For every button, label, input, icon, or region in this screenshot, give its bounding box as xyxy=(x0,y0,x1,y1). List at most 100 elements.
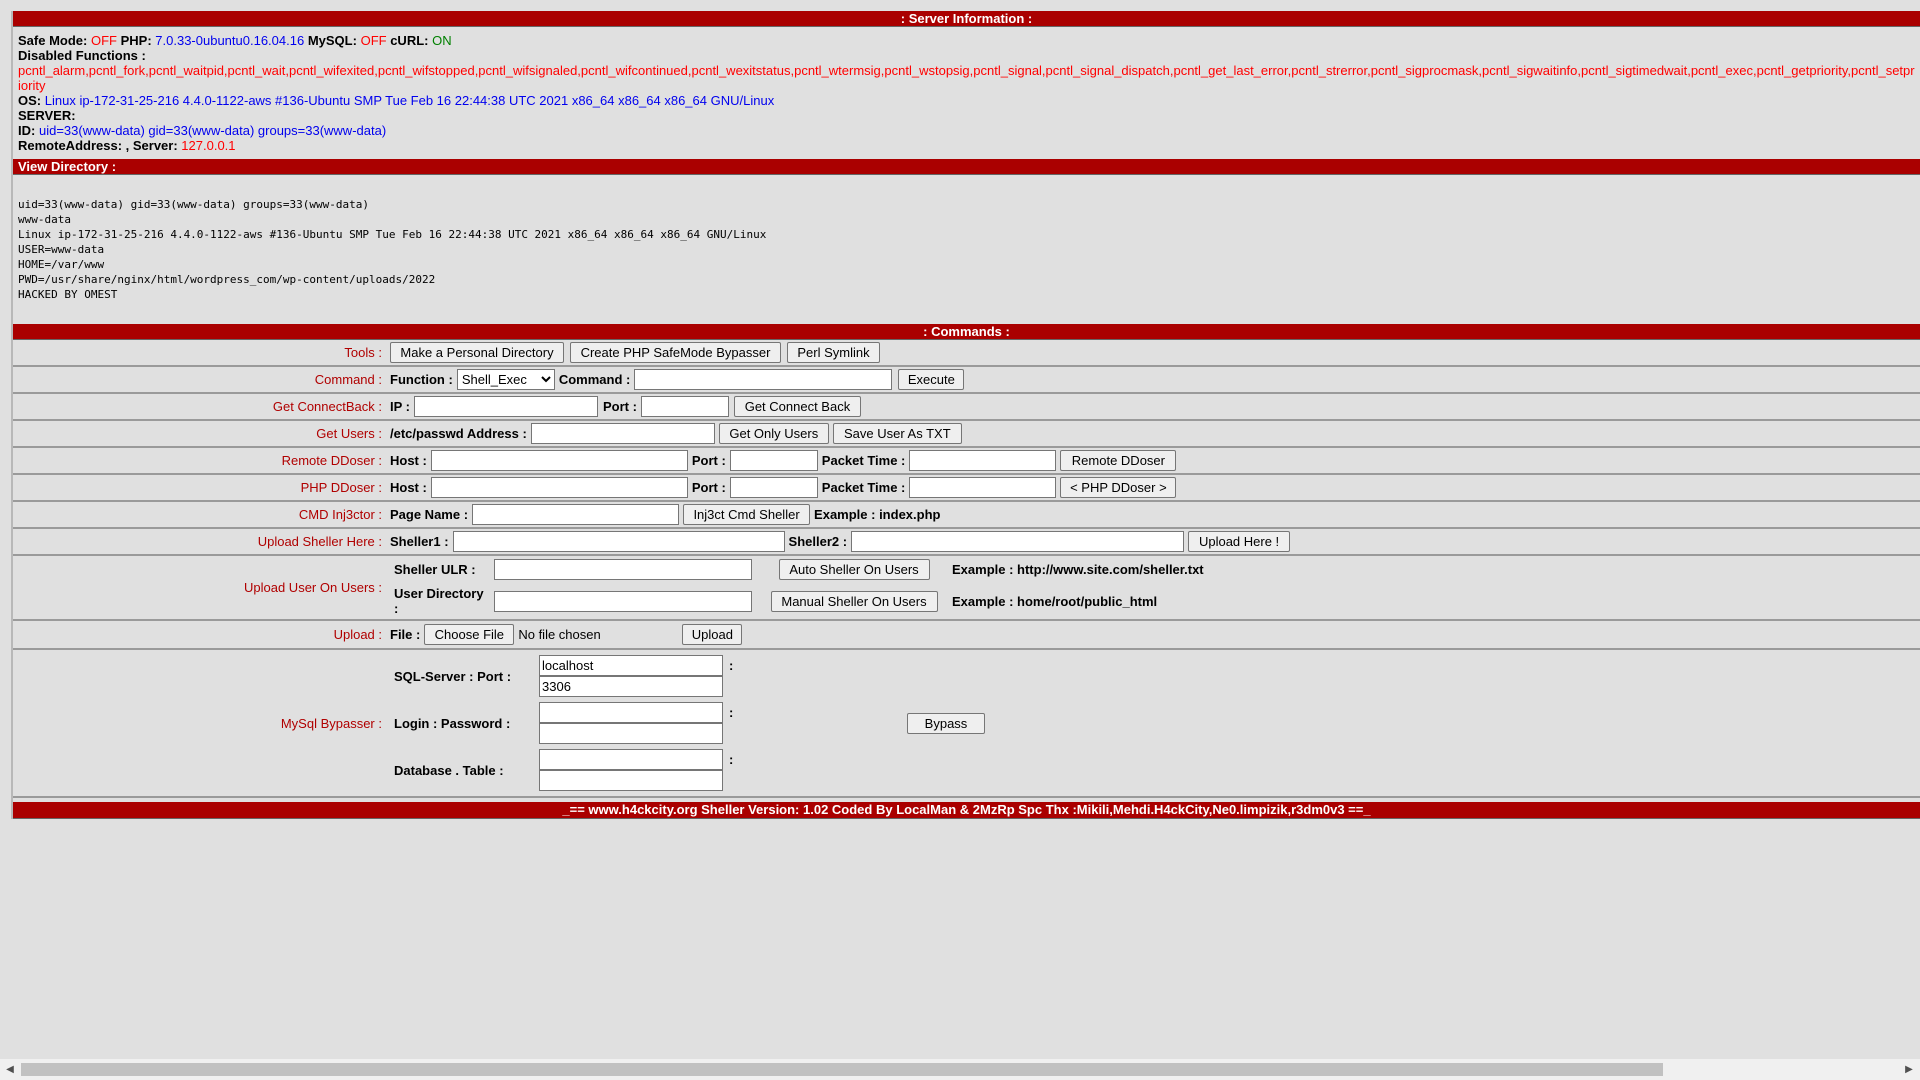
safe-mode-value: OFF xyxy=(90,33,117,48)
curl-value: ON xyxy=(432,33,452,48)
scroll-left-icon[interactable]: ◀ xyxy=(4,1063,16,1076)
remote-address-label: RemoteAddress: , Server: xyxy=(18,138,178,153)
id-value: uid=33(www-data) gid=33(www-data) groups… xyxy=(38,123,387,138)
packet-time-label: Packet Time : xyxy=(821,480,906,495)
make-personal-directory-button[interactable]: Make a Personal Directory xyxy=(390,342,564,363)
port-label: Port : xyxy=(691,480,726,495)
file-label: File : xyxy=(390,627,421,642)
ip-label: IP : xyxy=(390,399,410,414)
disabled-functions: pcntl_alarm,pcntl_fork,pcntl_waitpid,pcn… xyxy=(18,63,1915,93)
mysql-value: OFF xyxy=(360,33,387,48)
upload-sheller-label: Upload Sheller Here : xyxy=(13,529,388,554)
command-input[interactable] xyxy=(634,369,893,390)
port-input[interactable] xyxy=(640,396,729,417)
sheller-url-input[interactable] xyxy=(494,559,752,580)
command-row: Command : Function : Shell_Exec Command :E… xyxy=(13,367,1920,394)
connectback-label: Get ConnectBack : xyxy=(13,394,388,419)
upload-here-button[interactable]: Upload Here ! xyxy=(1188,531,1291,552)
user-directory-label: User Directory : xyxy=(394,586,484,616)
password-input[interactable] xyxy=(539,723,723,744)
get-connect-back-button[interactable]: Get Connect Back xyxy=(733,396,861,417)
user-directory-input[interactable] xyxy=(494,590,752,612)
remote-host-input[interactable] xyxy=(430,450,688,471)
scrollbar-thumb[interactable] xyxy=(21,1063,1663,1076)
function-label: Function : xyxy=(390,372,453,387)
choose-file-button[interactable]: Choose File xyxy=(424,624,515,645)
php-packet-time-input[interactable] xyxy=(909,477,1057,498)
sheller1-input[interactable] xyxy=(452,531,785,552)
server-info-header: : Server Information : xyxy=(13,11,1920,27)
command-label: Command : xyxy=(13,367,388,392)
upload-sheller-row: Upload Sheller Here : Sheller1 : Sheller2… xyxy=(13,529,1920,556)
upload-label: Upload : xyxy=(13,621,388,648)
remote-ddoser-row: Remote DDoser : Host : Port : Packet Time … xyxy=(13,448,1920,475)
server-ip: 127.0.0.1 xyxy=(181,138,236,153)
ip-input[interactable] xyxy=(414,396,598,417)
passwd-address-input[interactable] xyxy=(530,423,715,444)
disabled-functions-label: Disabled Functions : xyxy=(18,48,146,63)
php-host-input[interactable] xyxy=(430,477,688,498)
function-select[interactable]: Shell_Exec xyxy=(456,369,555,390)
packet-time-label: Packet Time : xyxy=(821,453,906,468)
database-input[interactable] xyxy=(539,749,723,770)
commands-header: : Commands : xyxy=(13,324,1920,340)
colon: : xyxy=(729,752,734,767)
no-file-chosen-text: No file chosen xyxy=(518,627,601,642)
command-input-label: Command : xyxy=(558,372,631,387)
port-label: Port : xyxy=(691,453,726,468)
php-port-input[interactable] xyxy=(729,477,818,498)
sql-server-input[interactable] xyxy=(539,655,723,676)
sql-port-input[interactable] xyxy=(539,676,723,697)
sheller2-input[interactable] xyxy=(851,531,1185,552)
mysql-label: MySQL: xyxy=(307,33,357,48)
page: : Server Information : Safe Mode: OFF PH… xyxy=(11,11,1920,819)
safe-mode-label: Safe Mode: xyxy=(18,33,88,48)
bypass-button[interactable]: Bypass xyxy=(907,712,985,734)
remote-packet-time-input[interactable] xyxy=(909,450,1057,471)
upload-users-label: Upload User On Users : xyxy=(13,556,388,619)
scroll-right-icon[interactable]: ▶ xyxy=(1903,1063,1915,1076)
sql-server-label: SQL-Server : Port : xyxy=(394,668,512,684)
sheller-url-example: Example : http://www.site.com/sheller.tx… xyxy=(952,562,1204,577)
remote-ddoser-button[interactable]: Remote DDoser xyxy=(1060,450,1177,471)
auto-sheller-button[interactable]: Auto Sheller On Users xyxy=(778,559,930,580)
tools-label: Tools : xyxy=(13,340,388,365)
colon: : xyxy=(729,705,734,720)
sheller-url-label: Sheller ULR : xyxy=(394,562,476,577)
perl-symlink-button[interactable]: Perl Symlink xyxy=(787,342,880,363)
php-value: 7.0.33-0ubuntu0.16.04.16 xyxy=(155,33,305,48)
page-name-input[interactable] xyxy=(472,504,680,525)
passwd-address-label: /etc/passwd Address : xyxy=(390,426,527,441)
sheller2-label: Sheller2 : xyxy=(788,534,848,549)
upload-button[interactable]: Upload xyxy=(682,624,743,645)
connectback-row: Get ConnectBack : IP : Port : Get Connect … xyxy=(13,394,1920,421)
host-label: Host : xyxy=(390,453,427,468)
database-table-label: Database . Table : xyxy=(394,762,504,778)
php-ddoser-button[interactable]: < PHP DDoser > xyxy=(1060,477,1177,498)
get-users-row: Get Users : /etc/passwd Address : Get Onl… xyxy=(13,421,1920,448)
get-users-label: Get Users : xyxy=(13,421,388,446)
php-label: PHP: xyxy=(120,33,152,48)
execute-button[interactable]: Execute xyxy=(898,369,965,390)
id-label: ID: xyxy=(18,123,36,138)
cmd-injector-label: CMD Inj3ctor : xyxy=(13,502,388,527)
create-safemode-bypasser-button[interactable]: Create PHP SafeMode Bypasser xyxy=(570,342,781,363)
login-input[interactable] xyxy=(539,702,723,723)
horizontal-scrollbar[interactable]: ◀ ▶ xyxy=(0,1059,1920,1080)
manual-sheller-button[interactable]: Manual Sheller On Users xyxy=(770,590,938,612)
mysql-bypasser-label: MySql Bypasser : xyxy=(13,650,388,796)
server-label: SERVER: xyxy=(18,108,76,123)
remote-port-input[interactable] xyxy=(729,450,818,471)
table-input[interactable] xyxy=(539,770,723,791)
port-label: Port : xyxy=(603,399,637,414)
os-label: OS: xyxy=(18,93,42,108)
inject-cmd-sheller-button[interactable]: Inj3ct Cmd Sheller xyxy=(683,504,811,525)
page-name-label: Page Name : xyxy=(390,507,469,522)
upload-row: Upload : File : Choose File No file chosen… xyxy=(13,621,1920,650)
footer: _== www.h4ckcity.org Sheller Version: 1.… xyxy=(13,802,1920,819)
save-user-as-txt-button[interactable]: Save User As TXT xyxy=(832,423,962,444)
cmd-injector-row: CMD Inj3ctor : Page Name : Inj3ct Cmd She… xyxy=(13,502,1920,529)
get-only-users-button[interactable]: Get Only Users xyxy=(718,423,829,444)
upload-users-row: Upload User On Users : Sheller ULR : Aut… xyxy=(13,556,1920,621)
injector-example: Example : index.php xyxy=(814,507,941,522)
